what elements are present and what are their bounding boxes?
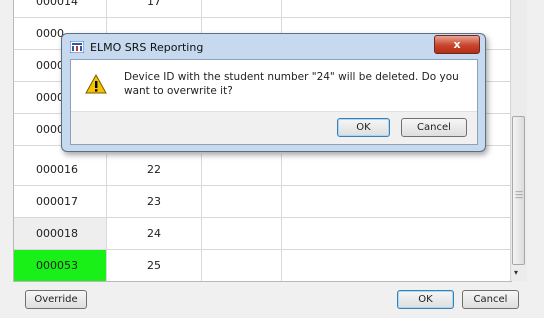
table-row[interactable]: 000053 25 — [14, 250, 511, 281]
grid-cell[interactable] — [202, 154, 282, 185]
grid-cell[interactable] — [202, 250, 282, 281]
device-id-cell[interactable]: 000017 — [14, 186, 107, 217]
table-row[interactable]: 000018 24 — [14, 218, 511, 250]
grid-cell[interactable] — [282, 154, 511, 185]
cancel-button[interactable]: Cancel — [462, 290, 519, 309]
device-id-cell[interactable]: 000016 — [14, 154, 107, 185]
dialog-ok-button[interactable]: OK — [337, 118, 390, 137]
student-number-cell[interactable]: 22 — [107, 154, 202, 185]
grid-cell[interactable] — [282, 0, 511, 17]
scrollbar-thumb[interactable]: — — — — [512, 116, 525, 265]
student-number-cell[interactable]: 17 — [107, 0, 202, 17]
dialog-title: ELMO SRS Reporting — [90, 41, 204, 54]
scroll-down-icon[interactable]: ▾ — [514, 268, 518, 277]
student-number-cell[interactable]: 23 — [107, 186, 202, 217]
grid-cell[interactable] — [202, 186, 282, 217]
table-row[interactable]: 000014 17 — [14, 0, 511, 18]
student-number-cell[interactable]: 24 — [107, 218, 202, 249]
grid-cell[interactable] — [282, 218, 511, 249]
dialog-message: Device ID with the student number "24" w… — [124, 71, 459, 97]
grid-cell[interactable] — [202, 0, 282, 17]
app-icon — [70, 41, 84, 53]
grip-icon: — — — — [515, 187, 523, 202]
table-row[interactable]: 000016 22 — [14, 154, 511, 186]
warning-icon — [85, 74, 107, 94]
override-button[interactable]: Override — [25, 290, 87, 309]
dialog-cancel-button[interactable]: Cancel — [401, 118, 467, 137]
table-row[interactable]: 000017 23 — [14, 186, 511, 218]
close-button[interactable]: x — [434, 35, 480, 54]
grid-cell[interactable] — [282, 250, 511, 281]
ok-button[interactable]: OK — [397, 290, 454, 309]
confirm-dialog[interactable]: ELMO SRS Reporting x Device ID with the … — [61, 33, 486, 152]
grid-cell[interactable] — [282, 186, 511, 217]
student-number-cell[interactable]: 25 — [107, 250, 202, 281]
vertical-scrollbar[interactable]: — — — ▾ — [510, 0, 527, 281]
window-background: 000014 17 0000 0000 0000 0000 000016 22 … — [0, 0, 544, 318]
dialog-body: Device ID with the student number "24" w… — [70, 59, 478, 145]
device-id-cell[interactable]: 000018 — [14, 218, 107, 249]
device-id-cell[interactable]: 000014 — [14, 0, 107, 17]
device-id-cell[interactable]: 000053 — [14, 250, 107, 281]
grid-cell[interactable] — [202, 218, 282, 249]
dialog-footer: OK Cancel — [71, 111, 477, 144]
